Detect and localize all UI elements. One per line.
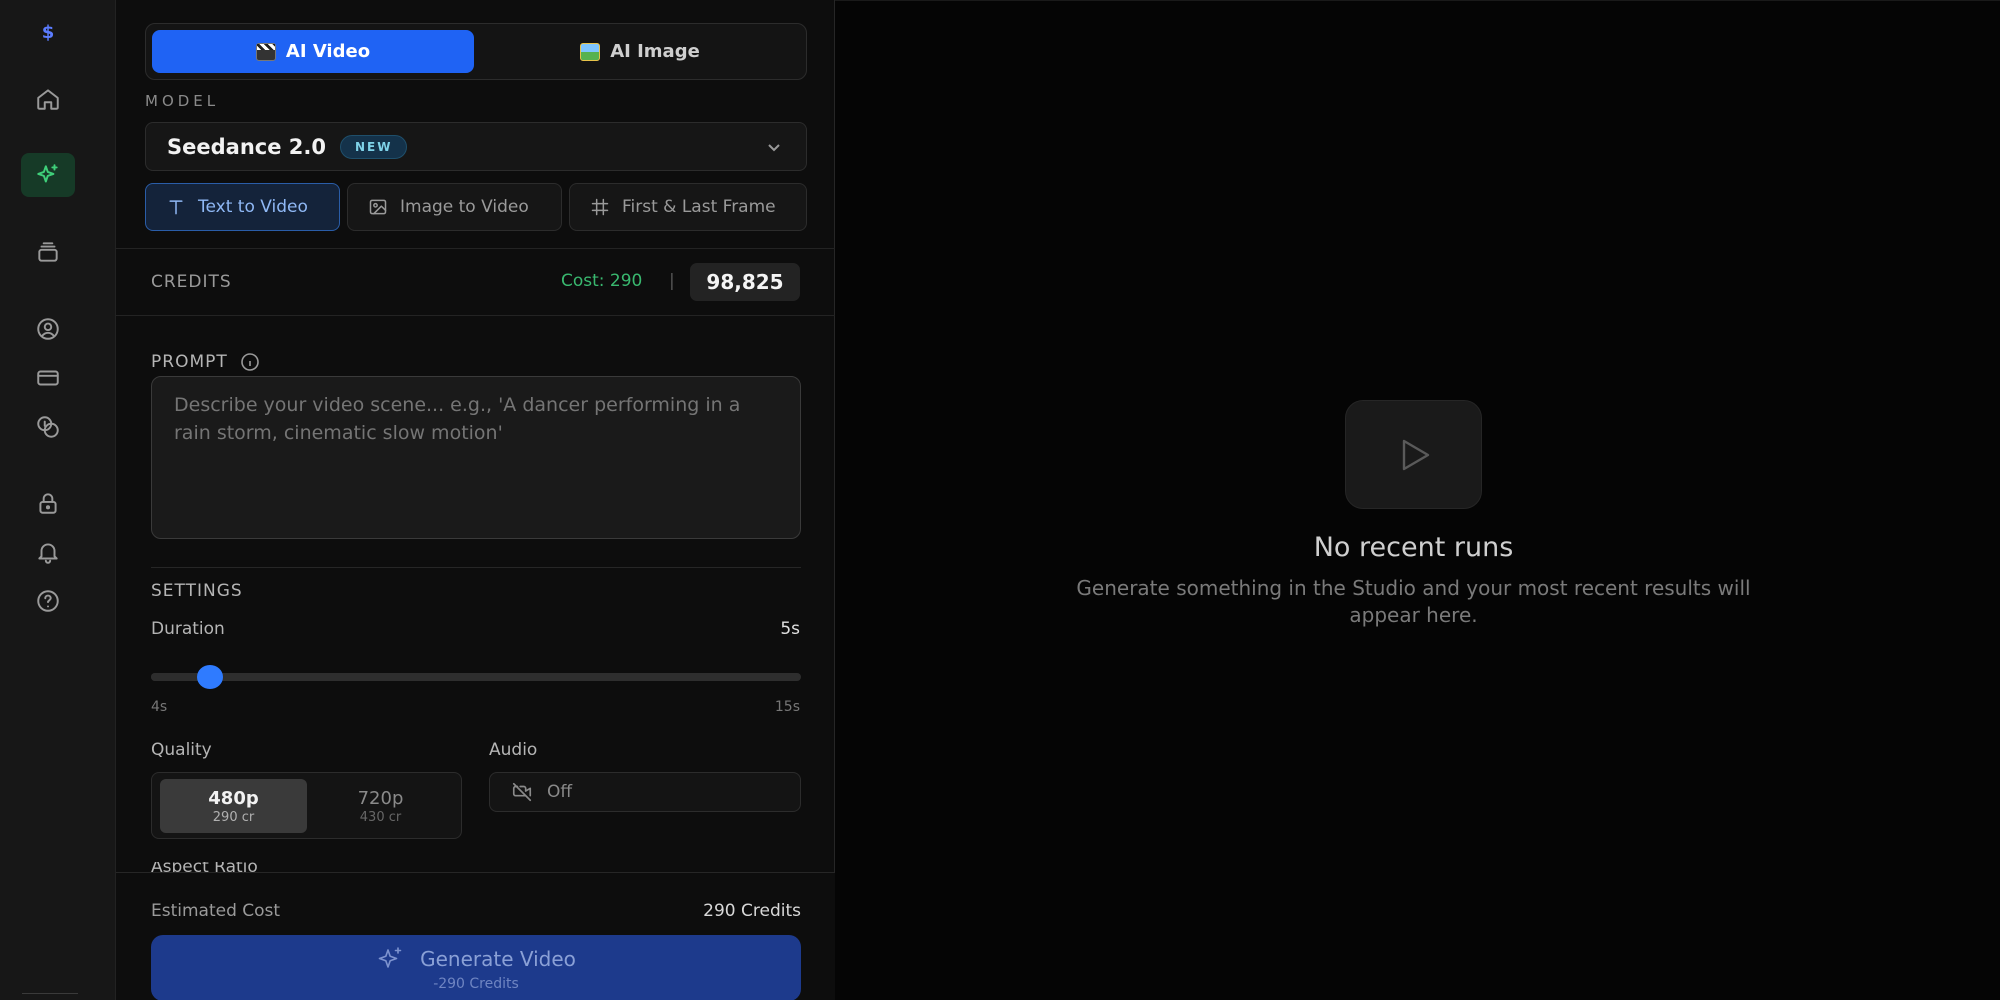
credit-card-icon <box>37 370 59 386</box>
chevron-down-icon <box>766 139 782 155</box>
nav-notifications[interactable] <box>21 530 75 574</box>
text-icon <box>169 200 183 215</box>
estimated-cost-value: 290 Credits <box>703 901 801 921</box>
quality-selector: 480p 290 cr 720p 430 cr <box>151 772 462 839</box>
clapperboard-icon <box>255 42 276 61</box>
video-off-icon <box>512 782 532 802</box>
duration-label: Duration <box>151 619 225 639</box>
quality-option-cost: 430 cr <box>359 809 402 825</box>
audio-toggle[interactable]: Off <box>489 772 801 812</box>
prompt-input[interactable] <box>151 376 801 539</box>
layers-icon <box>38 242 58 262</box>
slider-min-label: 4s <box>151 699 168 715</box>
prompt-label-text: PROMPT <box>151 352 228 372</box>
estimated-cost-label: Estimated Cost <box>151 901 281 921</box>
quality-option-480p[interactable]: 480p 290 cr <box>160 779 307 833</box>
ai-image-label: AI Image <box>610 41 700 62</box>
credits-separator: | <box>669 271 675 291</box>
credit-balance: 98,825 <box>690 263 800 301</box>
icon-rail: $ <box>0 0 116 1000</box>
tab-text-to-video[interactable]: Text to Video <box>145 183 340 231</box>
help-circle-icon <box>37 590 59 612</box>
aspect-ratio-label: Aspect Ratio <box>151 862 258 872</box>
tab-first-last-frame[interactable]: First & Last Frame <box>569 183 807 231</box>
empty-state-subtitle: Generate something in the Studio and you… <box>1076 576 1751 627</box>
audio-value: Off <box>547 782 573 802</box>
logo[interactable]: $ <box>40 22 56 44</box>
nav-studio[interactable] <box>21 153 75 197</box>
bell-icon <box>38 543 58 564</box>
generate-footer: Estimated Cost 290 Credits Generate Vide… <box>116 872 835 1000</box>
picture-icon <box>580 42 601 61</box>
quality-label: Quality <box>151 740 212 760</box>
model-section-label: MODEL <box>145 92 220 110</box>
ai-image-tab[interactable]: AI Image <box>479 30 801 73</box>
tab-image-to-video-label: Image to Video <box>400 197 529 217</box>
studio-panel: AI Video AI Image MODEL Seedance 2.0 NEW… <box>116 0 835 1000</box>
generate-video-button[interactable]: Generate Video -290 Credits <box>151 935 801 1000</box>
home-icon <box>37 89 59 110</box>
rail-divider <box>22 993 78 994</box>
sparkles-icon <box>378 947 402 968</box>
audio-label: Audio <box>489 740 538 760</box>
play-icon <box>1345 400 1482 509</box>
generate-cost: -290 Credits <box>433 976 519 992</box>
nav-account[interactable] <box>21 307 75 351</box>
nav-library[interactable] <box>21 230 75 274</box>
generate-label: Generate Video <box>420 947 576 971</box>
nav-security[interactable] <box>21 481 75 525</box>
new-badge: NEW <box>339 134 408 159</box>
coins-icon <box>37 416 59 438</box>
generate-row: Generate Video <box>376 944 576 974</box>
nav-home[interactable] <box>21 77 75 121</box>
nav-billing[interactable] <box>21 356 75 400</box>
user-circle-icon <box>37 318 59 340</box>
slider-thumb[interactable] <box>196 665 223 689</box>
nav-credits[interactable] <box>21 405 75 449</box>
tab-first-last-frame-label: First & Last Frame <box>622 197 776 217</box>
divider <box>116 315 835 316</box>
nav-help[interactable] <box>21 579 75 623</box>
slider-max-label: 15s <box>774 699 800 715</box>
lock-icon <box>39 493 57 514</box>
ai-video-label: AI Video <box>285 41 371 62</box>
credits-label: CREDITS <box>151 272 232 292</box>
settings-label: SETTINGS <box>151 581 243 601</box>
frame-icon <box>591 198 609 216</box>
duration-slider[interactable] <box>151 665 801 689</box>
duration-value: 5s <box>780 619 800 639</box>
tab-text-to-video-label: Text to Video <box>198 197 308 217</box>
mode-switch: AI Video AI Image <box>145 23 807 80</box>
divider <box>116 248 835 249</box>
settings-divider <box>151 567 801 568</box>
image-icon <box>369 199 387 215</box>
empty-state-title: No recent runs <box>1313 532 1514 563</box>
quality-option-cost: 290 cr <box>212 809 255 825</box>
model-name: Seedance 2.0 <box>167 134 326 159</box>
model-dropdown[interactable]: Seedance 2.0 NEW <box>145 122 807 171</box>
tab-image-to-video[interactable]: Image to Video <box>347 183 562 231</box>
sparkles-icon <box>37 164 58 183</box>
quality-option-720p[interactable]: 720p 430 cr <box>307 779 454 833</box>
ai-video-tab[interactable]: AI Video <box>152 30 474 73</box>
prompt-label: PROMPT <box>151 352 260 372</box>
cost-text: Cost: 290 <box>561 271 643 291</box>
quality-option-label: 720p <box>357 787 404 809</box>
quality-option-label: 480p <box>208 787 259 809</box>
info-icon[interactable] <box>240 352 260 372</box>
results-area: No recent runs Generate something in the… <box>835 0 2000 1000</box>
